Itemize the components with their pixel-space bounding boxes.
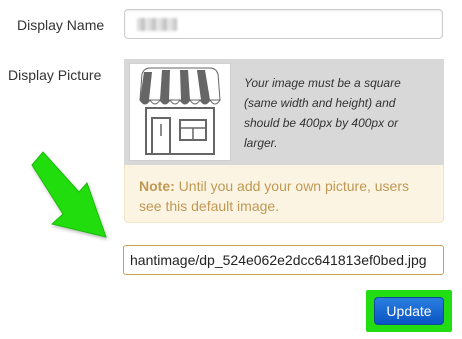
update-button[interactable]: Update bbox=[374, 297, 444, 325]
picture-file-path-input[interactable]: hantimage/dp_524e062e2dcc641813ef0bed.jp… bbox=[123, 245, 444, 275]
update-button-highlight: Update bbox=[366, 290, 452, 332]
arrow-icon bbox=[31, 151, 107, 238]
